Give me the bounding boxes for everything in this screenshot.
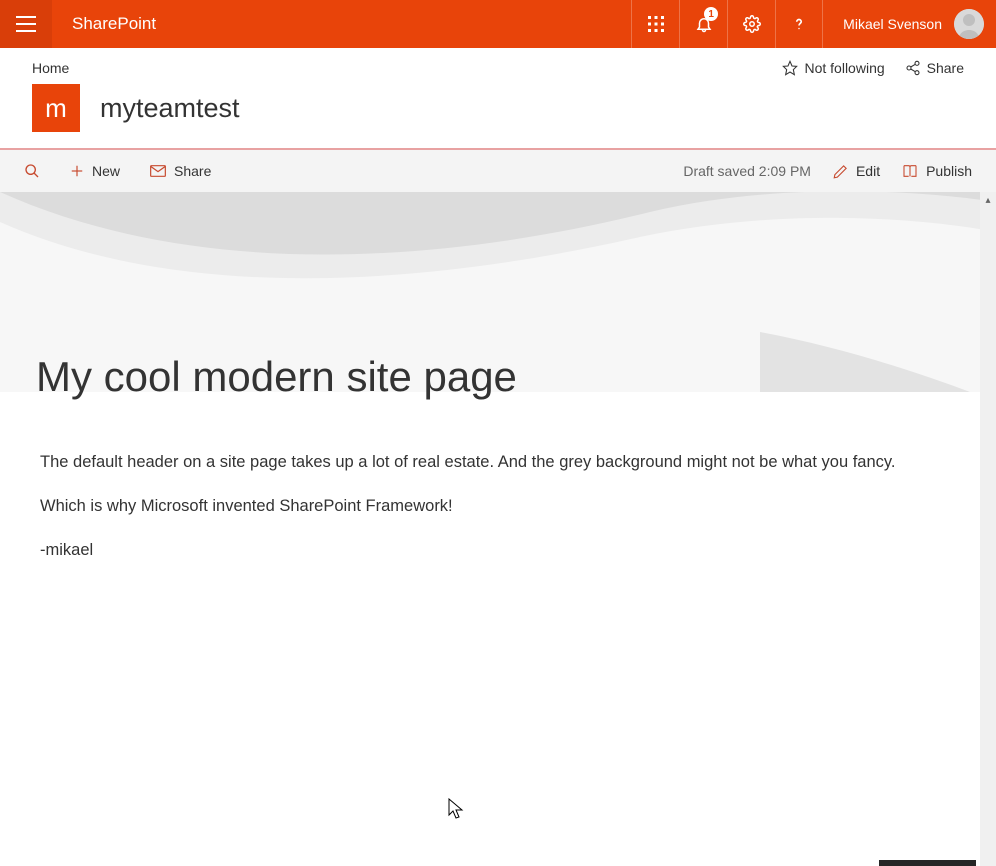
hamburger-icon [16,16,36,32]
share-button[interactable]: Share [150,163,211,179]
suite-bar-spacer [176,0,631,48]
app-name[interactable]: SharePoint [52,0,176,48]
mail-icon [150,165,166,177]
paragraph-signature: -mikael [40,539,956,563]
site-header-row: m myteamtest [32,84,964,132]
command-bar-left: New Share [24,163,211,179]
command-bar: New Share Draft saved 2:09 PM Edit [0,150,996,192]
plus-icon [70,164,84,178]
share-label: Share [174,163,211,179]
share-icon [905,60,921,76]
search-icon [24,163,40,179]
notifications-button[interactable]: 1 [679,0,727,48]
site-title[interactable]: myteamtest [100,93,240,124]
command-bar-right: Draft saved 2:09 PM Edit Publish [683,163,972,179]
page-body[interactable]: The default header on a site page takes … [0,419,996,615]
page-title[interactable]: My cool modern site page [36,353,517,401]
site-logo[interactable]: m [32,84,80,132]
star-icon [782,60,798,76]
publish-button[interactable]: Publish [902,163,972,179]
edit-label: Edit [856,163,880,179]
site-header: Home m myteamtest Not following Share [0,48,996,148]
book-icon [902,163,918,179]
help-icon [790,15,808,33]
user-name-label: Mikael Svenson [843,16,942,32]
suite-bar-left: SharePoint [0,0,176,48]
suite-bar: SharePoint 1 [0,0,996,48]
app-name-label: SharePoint [72,14,156,34]
site-logo-letter: m [45,93,67,124]
avatar-icon [954,9,984,39]
edit-button[interactable]: Edit [833,163,880,179]
notification-badge: 1 [704,7,718,21]
suite-bar-icons: 1 [631,0,823,48]
search-button[interactable] [24,163,40,179]
scrollbar[interactable]: ▴ ▾ [980,192,996,866]
settings-button[interactable] [727,0,775,48]
new-label: New [92,163,120,179]
not-following-button[interactable]: Not following [782,60,884,76]
page-scroll-area: My cool modern site page The default hea… [0,192,996,866]
breadcrumb-home-link[interactable]: Home [32,60,69,76]
waffle-icon [648,16,664,32]
site-share-button[interactable]: Share [905,60,964,76]
avatar [954,9,984,39]
help-button[interactable] [775,0,823,48]
pencil-icon [833,164,848,179]
paragraph-2: Which is why Microsoft invented SharePoi… [40,495,956,519]
app-grid-button[interactable] [631,0,679,48]
feedback-button[interactable]: Feedback [879,860,976,866]
publish-label: Publish [926,163,972,179]
app-launcher-button[interactable] [0,0,52,48]
draft-status: Draft saved 2:09 PM [683,163,811,179]
user-menu-button[interactable]: Mikael Svenson [823,0,996,48]
gear-icon [743,15,761,33]
scroll-up-arrow[interactable]: ▴ [980,192,996,208]
site-share-label: Share [927,60,964,76]
mouse-cursor-icon [448,798,464,820]
new-button[interactable]: New [70,163,120,179]
page-hero[interactable]: My cool modern site page [0,192,996,419]
paragraph-1: The default header on a site page takes … [40,451,956,475]
not-following-label: Not following [804,60,884,76]
site-actions: Not following Share [782,60,964,76]
